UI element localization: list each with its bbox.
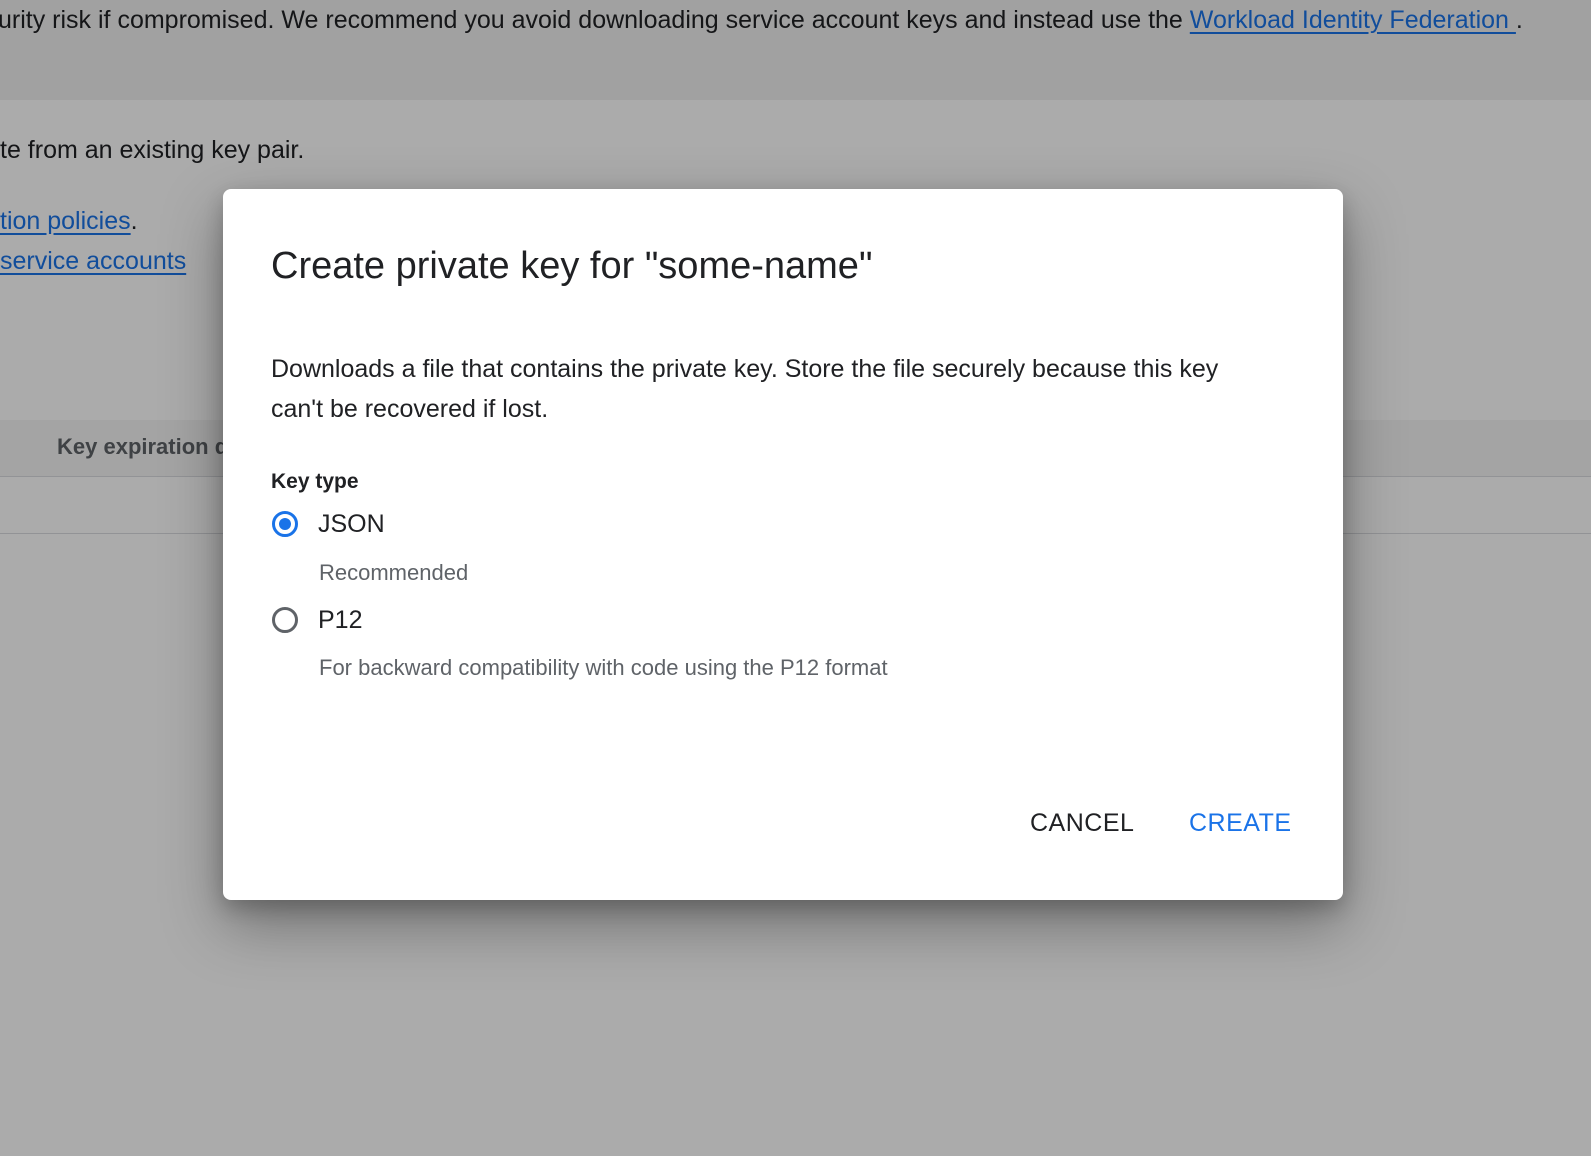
key-type-label: Key type xyxy=(271,470,359,493)
key-type-json-option[interactable]: JSON xyxy=(271,506,385,542)
dialog-title: Create private key for "some-name" xyxy=(271,245,873,287)
p12-option-help: For backward compatibility with code usi… xyxy=(319,655,888,680)
create-button[interactable]: CREATE xyxy=(1181,799,1300,847)
key-type-p12-option[interactable]: P12 xyxy=(271,602,362,638)
create-private-key-dialog: Create private key for "some-name" Downl… xyxy=(223,189,1343,900)
p12-radio-button[interactable] xyxy=(272,607,298,633)
cancel-button[interactable]: CANCEL xyxy=(1022,799,1142,847)
p12-option-label[interactable]: P12 xyxy=(318,606,362,635)
json-radio-button[interactable] xyxy=(272,511,298,537)
json-option-label[interactable]: JSON xyxy=(318,510,385,539)
page: urity risk if compromised. We recommend … xyxy=(0,0,1591,1156)
json-option-help: Recommended xyxy=(319,560,469,585)
dialog-description: Downloads a file that contains the priva… xyxy=(271,355,1219,423)
